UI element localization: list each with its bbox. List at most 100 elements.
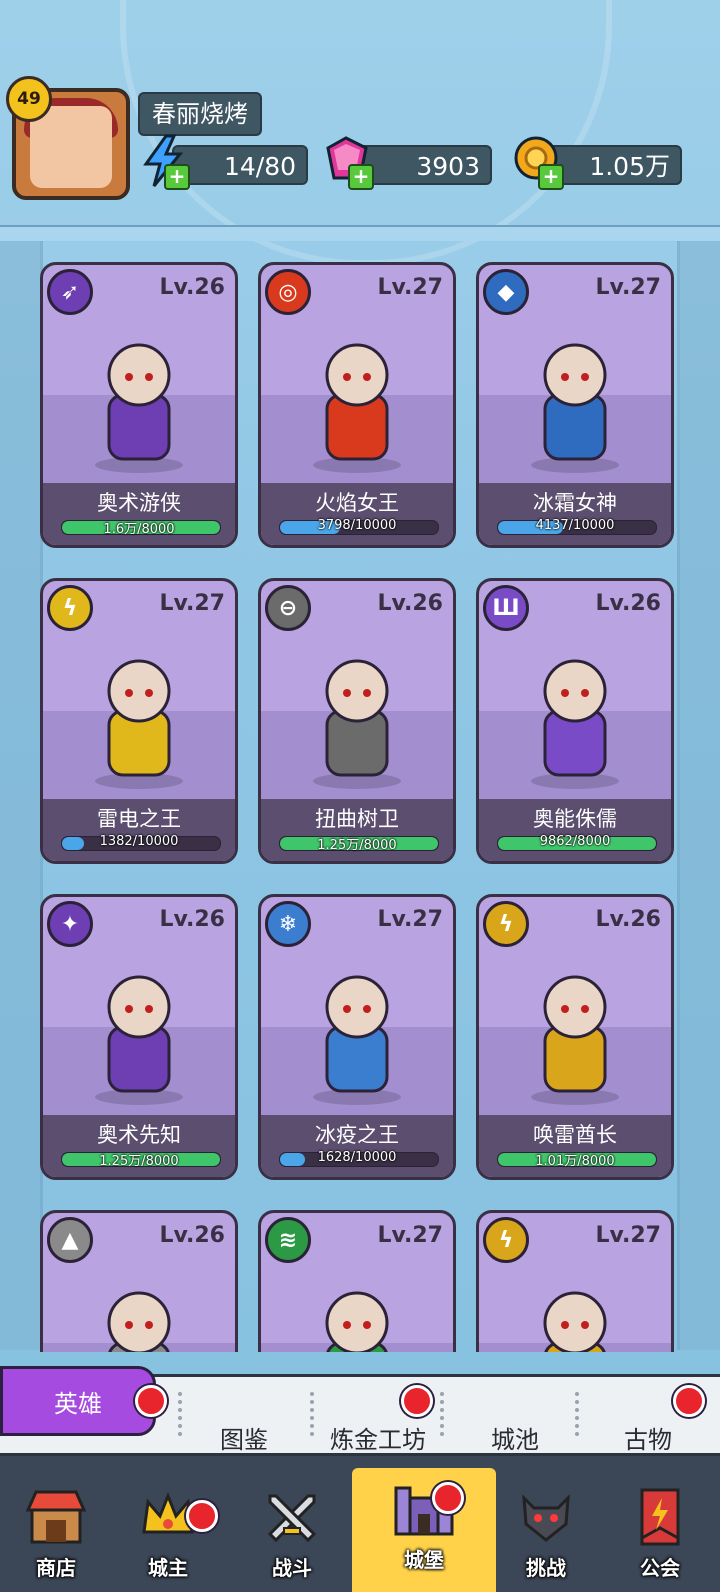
tab-city[interactable]: 城池: [491, 1420, 539, 1455]
ice-shard-icon: ❄: [265, 901, 311, 947]
gem-add-button[interactable]: +: [348, 164, 374, 190]
hero-card[interactable]: ▲ Lv.26: [40, 1210, 238, 1352]
tab-separator: [178, 1392, 186, 1436]
tab-heroes[interactable]: 英雄: [0, 1366, 156, 1436]
fire-ring-icon: ◎: [265, 269, 311, 315]
shard-progress-text: 9862/8000: [539, 834, 611, 849]
gold-coin-icon[interactable]: +: [510, 134, 564, 190]
nav-challenge-label: 挑战: [526, 1556, 566, 1580]
arrows-icon: ➶: [47, 269, 93, 315]
gem-icon[interactable]: +: [320, 134, 374, 190]
claw-icon: Ш: [483, 585, 529, 631]
tab-separator: [310, 1392, 318, 1436]
tab-separator: [440, 1392, 448, 1436]
nav-shop-label: 商店: [36, 1556, 76, 1580]
hero-card[interactable]: ϟ Lv.27: [476, 1210, 674, 1352]
energy-bolt-icon[interactable]: +: [136, 134, 190, 190]
shard-progress-text: 1.25万/8000: [99, 1154, 179, 1169]
hero-portrait: [515, 957, 635, 1107]
hero-level: Lv.27: [595, 1223, 661, 1248]
shard-progress-text: 1382/10000: [99, 834, 179, 849]
energy-counter: 14/80: [172, 145, 308, 185]
hero-portrait: [297, 325, 417, 475]
hero-portrait: [515, 641, 635, 791]
hero-portrait: [297, 1273, 417, 1352]
header-divider: [0, 225, 720, 241]
hero-card[interactable]: ✦ Lv.26 奥术先知 1.25万/8000: [40, 894, 238, 1180]
guild-banner-icon: [628, 1484, 692, 1548]
hero-name: 冰霜女神: [533, 491, 617, 515]
hero-level: Lv.26: [377, 591, 443, 616]
hero-portrait: [297, 641, 417, 791]
hero-card[interactable]: ≋ Lv.27: [258, 1210, 456, 1352]
hero-card[interactable]: ◎ Lv.27 火焰女王 3798/10000: [258, 262, 456, 548]
shard-progress-text: 1628/10000: [317, 1150, 397, 1165]
nav-shop[interactable]: 商店: [0, 1456, 112, 1592]
notification-dot: [401, 1385, 433, 1417]
lightning-icon: ϟ: [47, 585, 93, 631]
nav-guild-label: 公会: [640, 1556, 680, 1580]
shield-helmet-icon: ⊖: [265, 585, 311, 631]
hero-portrait: [515, 325, 635, 475]
hero-level: Lv.27: [377, 275, 443, 300]
tab-relics[interactable]: 古物: [624, 1420, 672, 1455]
storm-icon: ϟ: [483, 1217, 529, 1263]
hero-name: 火焰女王: [315, 491, 399, 515]
shard-progress-text: 1.25万/8000: [317, 838, 397, 853]
notification-dot: [186, 1500, 218, 1532]
shard-progress-text: 1.6万/8000: [103, 522, 175, 537]
nav-guild[interactable]: 公会: [604, 1456, 716, 1592]
nav-challenge[interactable]: 挑战: [490, 1456, 602, 1592]
notification-dot: [432, 1482, 464, 1514]
gold-add-button[interactable]: +: [538, 164, 564, 190]
tab-codex[interactable]: 图鉴: [220, 1420, 268, 1455]
hero-level: Lv.26: [159, 1223, 225, 1248]
hero-level: Lv.26: [595, 907, 661, 932]
hero-portrait: [79, 1273, 199, 1352]
nav-castle-label: 城堡: [404, 1548, 444, 1572]
hero-name: 奥能侏儒: [533, 807, 617, 831]
hero-name: 冰疫之王: [315, 1123, 399, 1147]
shard-progress-text: 4137/10000: [535, 518, 615, 533]
hero-card[interactable]: ϟ Lv.27 雷电之王 1382/10000: [40, 578, 238, 864]
arcane-bow-icon: ✦: [47, 901, 93, 947]
hero-card[interactable]: Ш Lv.26 奥能侏儒 9862/8000: [476, 578, 674, 864]
tab-alchemy[interactable]: 炼金工坊: [330, 1420, 426, 1455]
shard-progress-text: 3798/10000: [317, 518, 397, 533]
hero-name: 雷电之王: [97, 807, 181, 831]
hero-portrait: [515, 1273, 635, 1352]
energy-add-button[interactable]: +: [164, 164, 190, 190]
hero-level: Lv.27: [159, 591, 225, 616]
notification-dot: [135, 1385, 167, 1417]
hero-card[interactable]: ϟ Lv.26 唤雷酋长 1.01万/8000: [476, 894, 674, 1180]
demon-helmet-icon: [514, 1484, 578, 1548]
player-name: 春丽烧烤: [138, 92, 262, 136]
hero-card[interactable]: ❄ Lv.27 冰疫之王 1628/10000: [258, 894, 456, 1180]
rock-icon: ▲: [47, 1217, 93, 1263]
wind-icon: ≋: [265, 1217, 311, 1263]
nav-castle[interactable]: 城堡: [368, 1456, 480, 1592]
hero-card[interactable]: ➶ Lv.26 奥术游侠 1.6万/8000: [40, 262, 238, 548]
gold-counter: 1.05万: [548, 145, 682, 185]
nav-battle-label: 战斗: [272, 1556, 312, 1580]
hero-name: 奥术先知: [97, 1123, 181, 1147]
hero-card[interactable]: ⊖ Lv.26 扭曲树卫 1.25万/8000: [258, 578, 456, 864]
hero-level: Lv.26: [595, 591, 661, 616]
hero-name: 扭曲树卫: [315, 807, 399, 831]
thunder-icon: ϟ: [483, 901, 529, 947]
player-avatar[interactable]: 49: [6, 76, 130, 200]
hero-card[interactable]: ◆ Lv.27 冰霜女神 4137/10000: [476, 262, 674, 548]
hero-grid: ➶ Lv.26 奥术游侠 1.6万/8000 ◎ Lv.27 火焰女王 3798/10000 ◆…: [0, 258, 720, 1352]
hero-portrait: [79, 957, 199, 1107]
hero-name: 唤雷酋长: [533, 1123, 617, 1147]
nav-battle[interactable]: 战斗: [236, 1456, 348, 1592]
crossed-swords-icon: [260, 1484, 324, 1548]
hero-level: Lv.27: [377, 907, 443, 932]
avatar-face: [30, 106, 112, 188]
hero-level: Lv.26: [159, 907, 225, 932]
hero-level: Lv.27: [595, 275, 661, 300]
tab-separator: [575, 1392, 583, 1436]
shop-stall-icon: [24, 1484, 88, 1548]
ice-crystal-icon: ◆: [483, 269, 529, 315]
player-level-badge: 49: [6, 76, 52, 122]
